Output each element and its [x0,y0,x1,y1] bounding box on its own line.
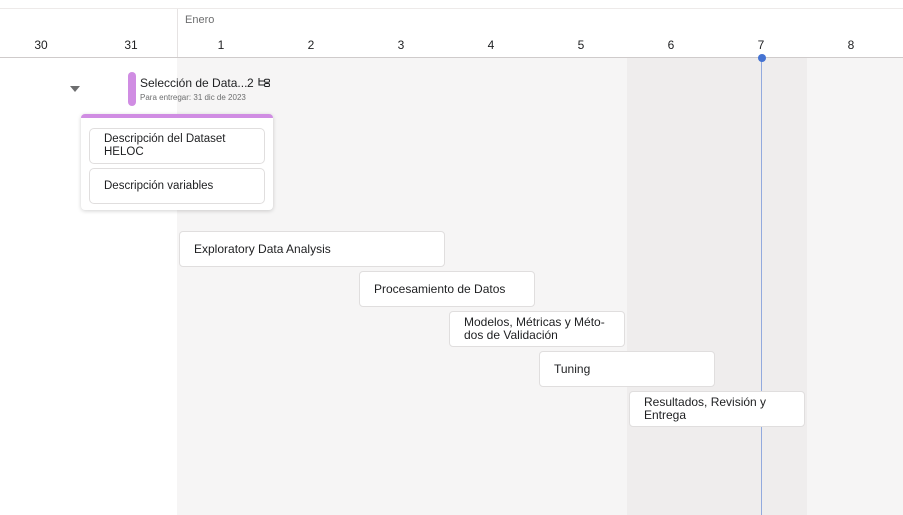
day-label: 6 [667,38,675,52]
task-bar-resultados[interactable]: Resultados, Revisión y Entrega [629,391,805,427]
subtasks-icon[interactable] [257,77,271,89]
day-label: 1 [217,38,225,52]
header-top-divider [0,8,903,9]
day-label: 31 [124,38,138,52]
task-bar-procesamiento-de-datos[interactable]: Procesamiento de Datos [359,271,535,307]
timeline-header: Enero 30 31 1 2 3 4 5 6 7 8 [0,0,903,58]
day-label: 8 [847,38,855,52]
parent-task-title[interactable]: Selección de Data... [140,76,247,90]
collapse-caret-icon[interactable] [70,86,80,92]
weekend-band [627,58,807,515]
task-bar-modelos-metricas[interactable]: Modelos, Métricas y Méto-dos de Validaci… [449,311,625,347]
day-label: 4 [487,38,495,52]
day-label: 5 [577,38,585,52]
day-label: 3 [397,38,405,52]
month-band [807,58,903,515]
task-bar-exploratory-data-analysis[interactable]: Exploratory Data Analysis [179,231,445,267]
subtask-card[interactable]: Descripción del Dataset HELOC [89,128,265,164]
day-label-today: 7 [757,38,765,52]
day-label: 2 [307,38,315,52]
month-divider [177,9,178,57]
subtask-count: 2 [247,76,254,90]
task-bar-tuning[interactable]: Tuning [539,351,715,387]
month-label: Enero [185,14,215,26]
due-date: Para entregar: 31 dic de 2023 [140,93,246,102]
subtask-panel: Descripción del Dataset HELOC Descripció… [81,114,273,210]
day-label: 30 [34,38,48,52]
subtask-card[interactable]: Descripción variables [89,168,265,204]
milestone-bar[interactable] [128,72,136,106]
today-line [761,58,762,515]
today-marker [758,54,766,62]
